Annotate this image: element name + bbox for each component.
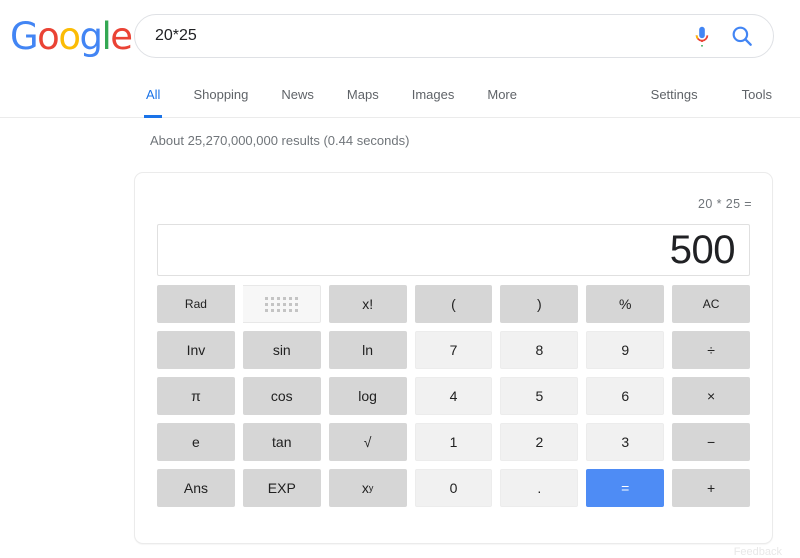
tan-button[interactable]: tan (242, 423, 321, 461)
digit-0-button[interactable]: 0 (414, 469, 493, 507)
logo-letter-3: g (79, 15, 103, 58)
decimal-point-button[interactable]: . (500, 469, 579, 507)
exponent-button[interactable]: EXP (242, 469, 321, 507)
search-icon[interactable] (729, 23, 755, 49)
digit-2-button[interactable]: 2 (500, 423, 579, 461)
factorial-button[interactable]: x! (328, 285, 407, 323)
logo-letter-2: o (58, 15, 81, 58)
log-button[interactable]: log (328, 377, 407, 415)
power-exponent-label: y (368, 483, 374, 493)
tab-shopping[interactable]: Shopping (193, 72, 248, 118)
all-clear-button[interactable]: AC (672, 285, 750, 323)
feedback-link[interactable]: Feedback (734, 546, 782, 558)
tools-button[interactable]: Tools (742, 72, 772, 118)
power-base-label: x (361, 480, 369, 496)
calculator-widget: 20 * 25 = 500 Rad x!()% AC Inv sin ln 7 8 9 ÷ π cos… (134, 172, 773, 544)
digit-6-button[interactable]: 6 (586, 377, 665, 415)
euler-button[interactable]: e (157, 423, 235, 461)
equals-button[interactable]: = (586, 469, 665, 507)
keypad-toggle-button[interactable] (242, 285, 321, 323)
tab-news[interactable]: News (281, 72, 314, 118)
digit-5-button[interactable]: 5 (500, 377, 579, 415)
calculator-display[interactable]: 500 (157, 224, 750, 276)
logo-letter-1: o (37, 15, 60, 58)
search-nav-bar: All Shopping News Maps Images More Settings To… (0, 72, 800, 118)
ln-button[interactable]: ln (328, 331, 407, 369)
search-input[interactable] (135, 27, 689, 45)
google-logo[interactable]: Google (10, 15, 133, 58)
digit-7-button[interactable]: 7 (414, 331, 493, 369)
page-header: Google (0, 0, 800, 72)
calculator-result: 500 (669, 228, 736, 272)
digit-1-button[interactable]: 1 (414, 423, 493, 461)
settings-button[interactable]: Settings (651, 72, 698, 118)
digit-3-button[interactable]: 3 (586, 423, 665, 461)
rad-toggle-button[interactable]: Rad (157, 285, 235, 323)
digit-9-button[interactable]: 9 (586, 331, 665, 369)
cos-button[interactable]: cos (242, 377, 321, 415)
microphone-icon[interactable] (689, 23, 715, 49)
minus-button[interactable]: − (672, 423, 750, 461)
square-root-button[interactable]: √ (328, 423, 407, 461)
logo-letter-4: l (101, 15, 111, 58)
answer-button[interactable]: Ans (157, 469, 235, 507)
open-paren-button[interactable]: ( (414, 285, 493, 323)
digit-4-button[interactable]: 4 (414, 377, 493, 415)
divide-button[interactable]: ÷ (672, 331, 750, 369)
sin-button[interactable]: sin (242, 331, 321, 369)
tab-maps[interactable]: Maps (347, 72, 379, 118)
tab-all[interactable]: All (143, 72, 163, 118)
percent-button[interactable]: % (586, 285, 665, 323)
logo-letter-0: G (10, 15, 39, 58)
result-stats: About 25,270,000,000 results (0.44 secon… (150, 133, 410, 148)
plus-button[interactable]: + (672, 469, 750, 507)
calculator-expression: 20 * 25 = (698, 197, 752, 211)
power-button[interactable]: xy (328, 469, 407, 507)
tab-images[interactable]: Images (412, 72, 455, 118)
nav-tab-list: All Shopping News Maps Images More (143, 72, 550, 118)
inverse-button[interactable]: Inv (157, 331, 235, 369)
digit-8-button[interactable]: 8 (500, 331, 579, 369)
nav-tools-group: Settings Tools (607, 72, 772, 118)
tab-more[interactable]: More (487, 72, 517, 118)
calculator-keypad: Rad x!()% AC Inv sin ln 7 8 9 ÷ π cos log 4 5 6 × e tan √ 1 2… (157, 285, 750, 507)
keypad-grid-icon (264, 296, 298, 312)
logo-letter-5: e (110, 15, 133, 58)
search-bar[interactable] (134, 14, 774, 58)
close-paren-button[interactable]: ) (500, 285, 579, 323)
multiply-button[interactable]: × (672, 377, 750, 415)
pi-button[interactable]: π (157, 377, 235, 415)
